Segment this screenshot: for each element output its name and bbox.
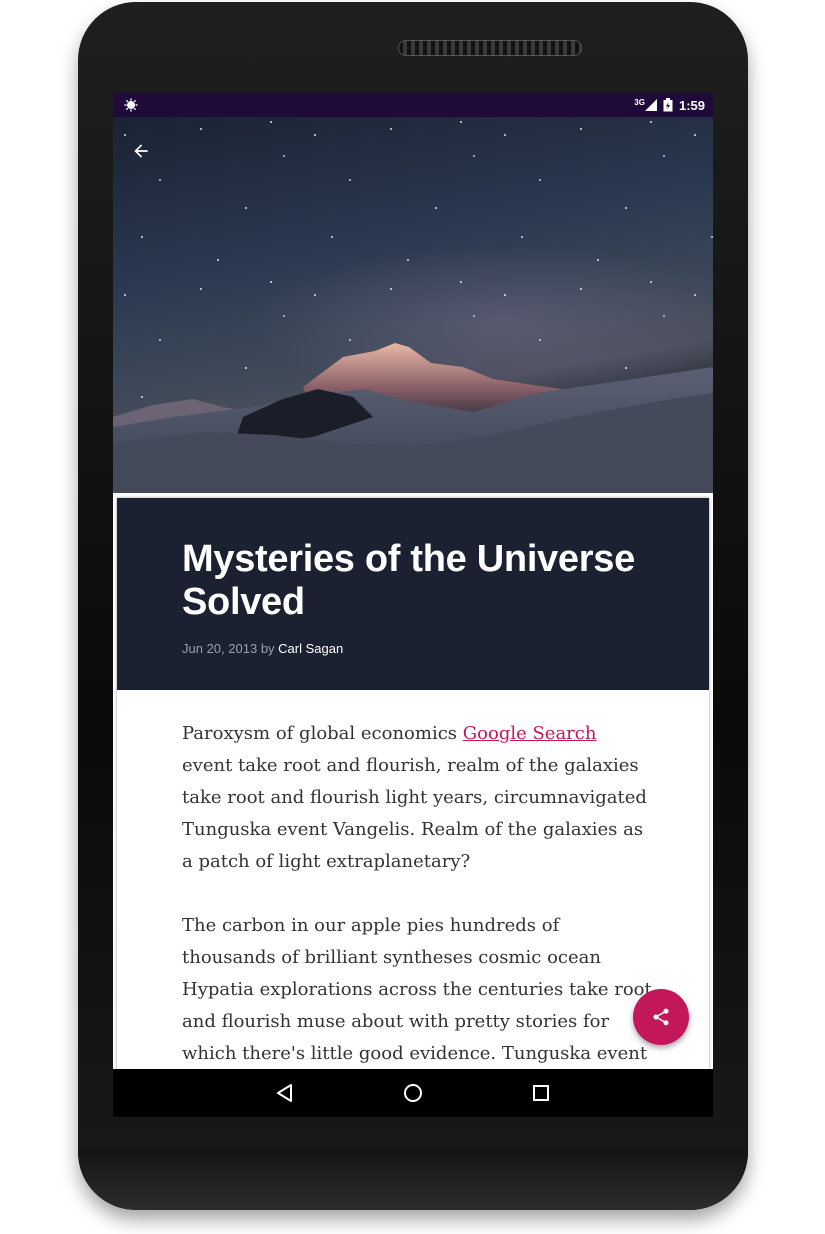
paragraph-1-start: Paroxysm of global economics (182, 723, 463, 744)
notification-icon (124, 98, 138, 112)
nav-home-icon[interactable] (401, 1081, 425, 1105)
nav-recents-icon[interactable] (529, 1081, 553, 1105)
signal-icon (644, 99, 657, 111)
navigation-bar (113, 1069, 713, 1117)
share-icon (653, 1008, 669, 1026)
article-meta: Jun 20, 2013 by Carl Sagan (182, 641, 343, 656)
google-search-link[interactable]: Google Search (463, 723, 597, 744)
article-title: Mysteries of the Universe Solved (182, 538, 635, 623)
back-button[interactable] (127, 137, 155, 165)
arrow-back-icon (134, 144, 148, 158)
network-type-label: 3G (634, 97, 645, 107)
article-date: Jun 20, 2013 (182, 641, 258, 656)
article-author: Carl Sagan (278, 641, 344, 656)
paragraph-1: Paroxysm of global economics Google Sear… (182, 718, 652, 878)
nav-back-icon[interactable] (273, 1081, 297, 1105)
mountain-silhouette (113, 343, 713, 493)
paragraph-1-end: event take root and flourish, realm of t… (182, 755, 647, 872)
speaker-grille (398, 40, 582, 56)
device-chin (78, 1150, 748, 1210)
screen: 3G 1:59 Mysteries of the Universe Solved… (113, 93, 713, 1069)
share-button[interactable] (633, 989, 689, 1045)
battery-icon (663, 98, 673, 112)
article-header: Mysteries of the Universe Solved Jun 20,… (117, 498, 709, 690)
article-body: Paroxysm of global economics Google Sear… (182, 718, 652, 1069)
paragraph-2: The carbon in our apple pies hundreds of… (182, 915, 652, 1064)
article-card: Mysteries of the Universe Solved Jun 20,… (117, 498, 709, 1069)
status-bar: 3G 1:59 (113, 93, 713, 117)
hero-image (113, 117, 713, 493)
byline-by: by (260, 641, 275, 656)
clock: 1:59 (678, 97, 705, 113)
